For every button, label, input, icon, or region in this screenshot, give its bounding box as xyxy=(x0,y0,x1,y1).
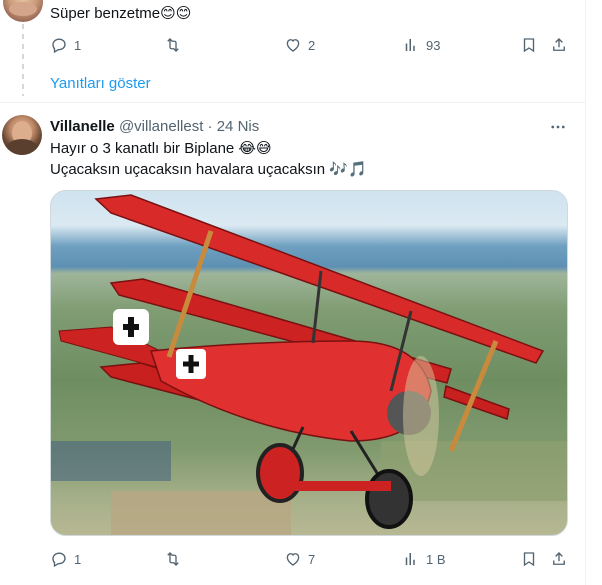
separator: · xyxy=(207,118,213,135)
user-handle[interactable]: @villanellest xyxy=(119,118,203,135)
share-icon xyxy=(553,38,565,51)
tweet-text-line-2: Uçacaksın uçacaksın havalara uçacaksın 🎶… xyxy=(50,161,367,178)
bookmark-icon xyxy=(523,38,535,53)
triplane-illustration xyxy=(51,194,567,535)
share-icon xyxy=(553,552,565,565)
bookmark-icon xyxy=(523,552,535,567)
tweet-header: Villanelle @villanellest · 24 Nis xyxy=(50,117,259,137)
views-icon xyxy=(405,553,415,565)
share-button[interactable] xyxy=(550,550,568,568)
like-button[interactable]: 2 xyxy=(284,36,315,54)
bookmark-button[interactable] xyxy=(520,550,538,568)
tweet-date[interactable]: 24 Nis xyxy=(217,118,260,135)
reply-count: 1 xyxy=(74,37,82,53)
divider xyxy=(0,102,586,103)
tweet-actions: 1 2 93 xyxy=(50,35,574,55)
more-button[interactable] xyxy=(548,117,568,137)
views-button[interactable]: 93 xyxy=(402,36,440,54)
retweet-icon xyxy=(167,38,179,52)
retweet-button[interactable] xyxy=(164,36,188,54)
view-count: 1 B xyxy=(426,551,446,567)
like-count: 7 xyxy=(308,551,316,567)
tweet-image[interactable] xyxy=(50,190,568,536)
reply-count: 1 xyxy=(74,551,82,567)
reply-icon xyxy=(52,552,66,568)
retweet-button[interactable] xyxy=(164,550,188,568)
tweet-text: Süper benzetme😊😊 xyxy=(50,5,192,22)
thread-line xyxy=(22,24,24,96)
reply-button[interactable]: 1 xyxy=(50,36,81,54)
views-button[interactable]: 1 B xyxy=(402,550,446,568)
bookmark-button[interactable] xyxy=(520,36,538,54)
share-button[interactable] xyxy=(550,36,568,54)
avatar[interactable] xyxy=(3,0,43,22)
retweet-icon xyxy=(167,552,179,566)
like-count: 2 xyxy=(308,37,316,53)
views-icon xyxy=(405,39,415,51)
like-icon xyxy=(286,553,300,566)
display-name[interactable]: Villanelle xyxy=(50,118,115,135)
reply-tweet[interactable]: Süper benzetme😊😊 1 2 93 Yanıtları göster xyxy=(0,0,586,103)
reply-button[interactable]: 1 xyxy=(50,550,81,568)
more-icon xyxy=(551,125,565,129)
avatar[interactable] xyxy=(2,115,42,155)
reply-icon xyxy=(52,38,66,54)
view-count: 93 xyxy=(426,37,441,53)
like-button[interactable]: 7 xyxy=(284,550,315,568)
like-icon xyxy=(286,39,300,52)
tweet-actions: 1 7 1 B xyxy=(50,549,574,569)
tweet-text-line-1: Hayır o 3 kanatlı bir Biplane 😂😅 xyxy=(50,140,272,157)
show-replies-link[interactable]: Yanıtları göster xyxy=(50,75,151,92)
